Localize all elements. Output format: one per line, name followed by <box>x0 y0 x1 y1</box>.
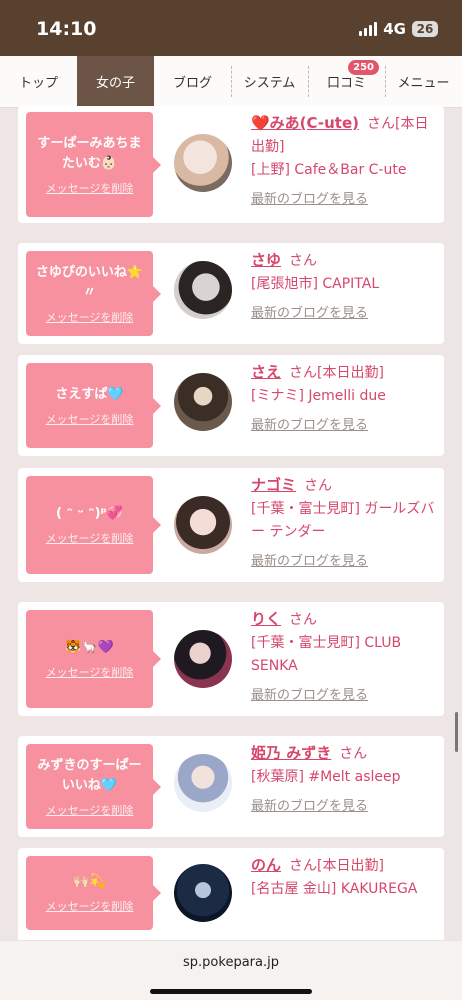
avatar[interactable] <box>174 864 232 922</box>
girl-info: さえ さん[本日出勤] [ミナミ] Jemelli due 最新のブログを見る <box>251 361 437 437</box>
message-text: 🙌🏻💫 <box>73 874 106 889</box>
message-bubble: 🙌🏻💫 メッセージを削除 <box>26 856 161 930</box>
list-item: みずきのすーぱーいいね🩵 メッセージを削除 姫乃 みずき さん [秋葉原] #Me… <box>18 736 444 837</box>
shop-name: [千葉・富士見町] ガールズバー テンダー <box>251 501 435 540</box>
url-text: sp.pokepara.jp <box>183 955 279 970</box>
avatar[interactable] <box>174 496 232 554</box>
status-icons: 4G 26 <box>359 20 438 38</box>
girl-name-link[interactable]: ナゴミ <box>251 476 296 494</box>
tab-menu[interactable]: メニュー <box>385 56 462 107</box>
tab-label: トップ <box>18 76 58 91</box>
network-label: 4G <box>383 20 406 38</box>
honorific: さん <box>289 858 318 874</box>
main-nav: トップ 女の子 ブログ システム 口コミ 250 メニュー <box>0 56 462 108</box>
girl-name-link[interactable]: さえ <box>251 363 281 381</box>
scrollbar[interactable] <box>455 712 458 752</box>
home-indicator[interactable] <box>150 989 312 994</box>
shop-name: [ミナミ] Jemelli due <box>251 388 386 404</box>
message-bubble: みずきのすーぱーいいね🩵 メッセージを削除 <box>26 744 161 829</box>
message-text: 🐯🦙💜 <box>65 640 114 655</box>
girl-info: ❤️みあ(C-ute) さん[本日出勤] [上野] Cafe＆Bar C-ute … <box>251 112 437 211</box>
honorific: さん <box>339 746 368 762</box>
list-item: 🙌🏻💫 メッセージを削除 のん さん[本日出勤] [名古屋 金山] KAKUREG… <box>18 848 444 948</box>
honorific: さん <box>289 365 318 381</box>
avatar[interactable] <box>174 134 232 192</box>
message-text: さゆぴのいいね⭐️〃 <box>35 264 144 300</box>
tab-girls[interactable]: 女の子 <box>77 56 154 107</box>
browser-url-bar[interactable]: sp.pokepara.jp <box>0 940 462 1000</box>
delete-message-link[interactable]: メッセージを削除 <box>46 530 134 546</box>
girl-info: 姫乃 みずき さん [秋葉原] #Melt asleep 最新のブログを見る <box>251 742 437 818</box>
tab-label: ブログ <box>172 76 212 91</box>
girl-name-link[interactable]: のん <box>251 856 281 874</box>
list-item: ( ᵔ ᵕ ᵔ)ᵖ💞 メッセージを削除 ナゴミ さん [千葉・富士見町] ガールズ… <box>18 468 444 582</box>
girl-info: のん さん[本日出勤] [名古屋 金山] KAKUREGA <box>251 854 437 901</box>
message-bubble: 🐯🦙💜 メッセージを削除 <box>26 610 161 708</box>
message-bubble: さゆぴのいいね⭐️〃 メッセージを削除 <box>26 251 161 336</box>
avatar[interactable] <box>174 373 232 431</box>
honorific: さん <box>289 612 318 628</box>
delete-message-link[interactable]: メッセージを削除 <box>46 898 134 914</box>
review-count-badge: 250 <box>348 60 379 75</box>
battery-icon: 26 <box>412 21 438 37</box>
tab-label: システム <box>243 76 296 91</box>
signal-icon <box>359 22 378 36</box>
list-item: 🐯🦙💜 メッセージを削除 りく さん [千葉・富士見町] CLUB SENKA 最… <box>18 602 444 716</box>
avatar[interactable] <box>174 261 232 319</box>
work-note: [本日出勤] <box>317 858 384 874</box>
shop-name: [尾張旭市] CAPITAL <box>251 276 380 292</box>
shop-name: [上野] Cafe＆Bar C-ute <box>251 162 407 178</box>
latest-blog-link[interactable]: 最新のブログを見る <box>251 795 437 818</box>
tab-system[interactable]: システム <box>231 56 308 107</box>
tab-reviews[interactable]: 口コミ 250 <box>308 56 385 107</box>
girl-name-link[interactable]: 姫乃 みずき <box>251 744 331 762</box>
latest-blog-link[interactable]: 最新のブログを見る <box>251 550 437 573</box>
message-text: すーぱーみあちまたいむ👶🏻 <box>37 135 142 171</box>
message-text: さえすぱ🩵 <box>55 386 124 402</box>
tab-label: 女の子 <box>95 76 135 91</box>
girl-info: りく さん [千葉・富士見町] CLUB SENKA 最新のブログを見る <box>251 608 437 707</box>
avatar[interactable] <box>174 754 232 812</box>
latest-blog-link[interactable]: 最新のブログを見る <box>251 188 437 211</box>
honorific: さん <box>289 253 318 269</box>
shop-name: [千葉・富士見町] CLUB SENKA <box>251 635 402 674</box>
delete-message-link[interactable]: メッセージを削除 <box>46 309 134 325</box>
delete-message-link[interactable]: メッセージを削除 <box>46 664 134 680</box>
status-bar: 14:10 4G 26 <box>0 0 462 56</box>
girl-info: ナゴミ さん [千葉・富士見町] ガールズバー テンダー 最新のブログを見る <box>251 474 437 573</box>
honorific: さん <box>304 478 333 494</box>
delete-message-link[interactable]: メッセージを削除 <box>46 411 134 427</box>
latest-blog-link[interactable]: 最新のブログを見る <box>251 684 437 707</box>
girl-name-link[interactable]: りく <box>251 610 281 628</box>
latest-blog-link[interactable]: 最新のブログを見る <box>251 414 437 437</box>
girl-name-link[interactable]: ❤️みあ(C-ute) <box>251 114 359 132</box>
delete-message-link[interactable]: メッセージを削除 <box>46 802 134 818</box>
message-text: みずきのすーぱーいいね🩵 <box>37 757 142 793</box>
tab-top[interactable]: トップ <box>0 56 77 107</box>
shop-name: [秋葉原] #Melt asleep <box>251 769 401 785</box>
avatar[interactable] <box>174 630 232 688</box>
tab-label: メニュー <box>397 76 450 91</box>
shop-name: [名古屋 金山] KAKUREGA <box>251 881 418 897</box>
work-note: [本日出勤] <box>317 365 384 381</box>
list-item: すーぱーみあちまたいむ👶🏻 メッセージを削除 ❤️みあ(C-ute) さん[本日出… <box>18 106 444 223</box>
message-text: ( ᵔ ᵕ ᵔ)ᵖ💞 <box>56 506 123 521</box>
list-item: さゆぴのいいね⭐️〃 メッセージを削除 さゆ さん [尾張旭市] CAPITAL … <box>18 243 444 344</box>
tab-blog[interactable]: ブログ <box>154 56 231 107</box>
message-bubble: すーぱーみあちまたいむ👶🏻 メッセージを削除 <box>26 112 161 217</box>
list-item: さえすぱ🩵 メッセージを削除 さえ さん[本日出勤] [ミナミ] Jemelli … <box>18 355 444 456</box>
message-bubble: さえすぱ🩵 メッセージを削除 <box>26 363 161 448</box>
delete-message-link[interactable]: メッセージを削除 <box>46 180 134 196</box>
clock: 14:10 <box>36 18 97 40</box>
girl-info: さゆ さん [尾張旭市] CAPITAL 最新のブログを見る <box>251 249 437 325</box>
message-bubble: ( ᵔ ᵕ ᵔ)ᵖ💞 メッセージを削除 <box>26 476 161 574</box>
latest-blog-link[interactable]: 最新のブログを見る <box>251 302 437 325</box>
girl-name-link[interactable]: さゆ <box>251 251 281 269</box>
honorific: さん <box>367 116 395 132</box>
